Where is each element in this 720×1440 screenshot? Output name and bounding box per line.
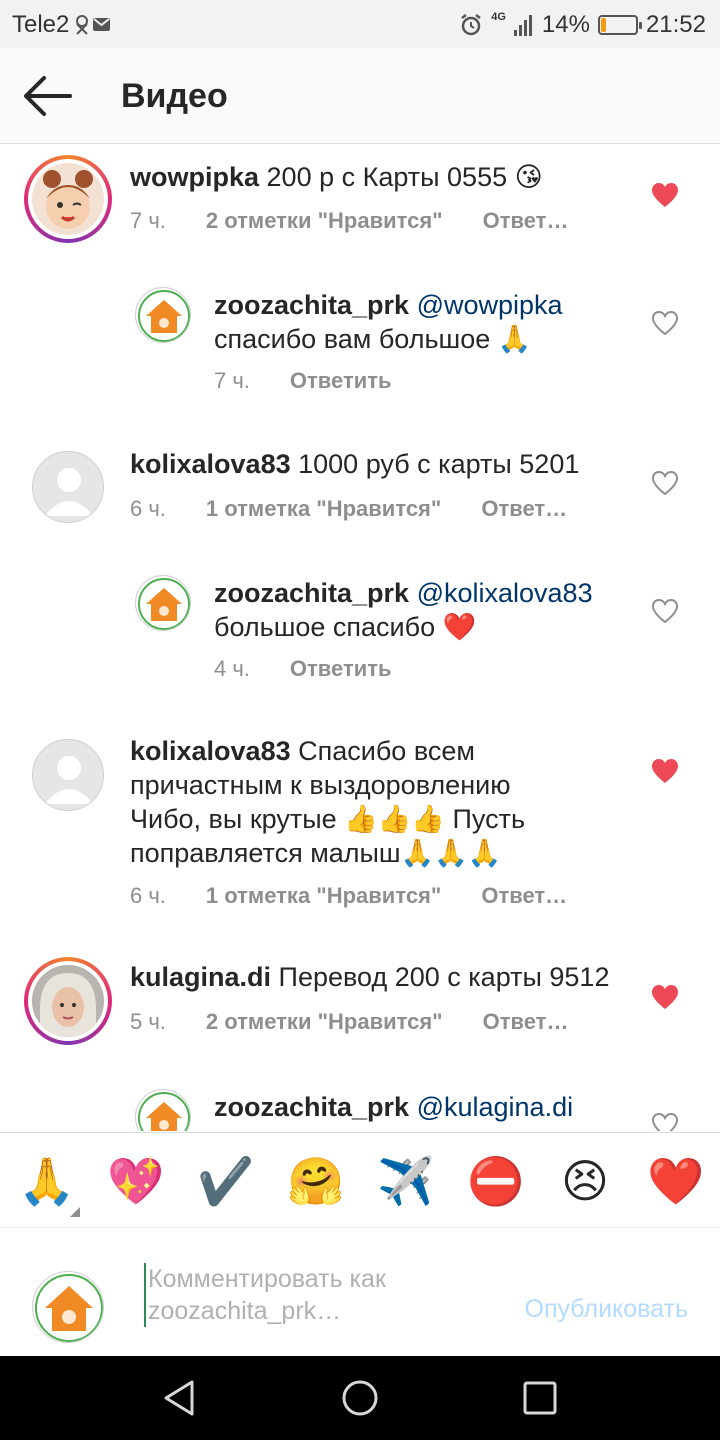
mention-link[interactable]: @wowpipka [417,290,563,320]
story-ring[interactable] [24,155,112,243]
emoji-no-entry-button[interactable]: ⛔ [467,1153,524,1209]
comment-placeholder: zoozachita_prk… [148,1297,342,1325]
comment-likes[interactable]: 1 отметка "Нравится" [206,883,441,909]
reply-text: zoozachita_prk @kolixalova83 большое спа… [214,576,634,644]
heart-outline-icon[interactable] [651,598,679,624]
status-bar: Tele2 4G 14% 21:52 [0,0,720,48]
expand-corner-icon [70,1207,80,1217]
comment-composer: Комментировать как zoozachita_prk… Опубл… [0,1229,720,1356]
comment-body: 200 р с Карты 0555 😘 [266,162,543,192]
comment-time: 6 ч. [130,883,166,908]
notification-icons [76,15,111,35]
recents-nav-icon[interactable] [522,1380,558,1416]
comment-body: Чибо, вы крутые 👍👍👍 Пусть [130,804,526,834]
comment-time: 7 ч. [214,368,250,393]
heart-outline-icon[interactable] [651,470,679,496]
carrier-label: Tele2 [12,11,70,38]
comment-text: kolixalova83 Спасибо всем причастным к в… [130,734,630,870]
comment-input[interactable]: Комментировать как zoozachita_prk… [144,1263,474,1327]
comment-text: wowpipka 200 р с Карты 0555 😘 [130,160,630,194]
emoji-bar: 🙏 💖 ✔️ 🤗 ✈️ ⛔ 😣 ❤️ [0,1132,720,1228]
alarm-icon [461,14,481,36]
page-title: Видео [121,77,228,115]
avatar[interactable] [32,739,104,811]
comment-body: спасибо вам большое 🙏 [214,324,532,354]
signal-icon [513,15,532,36]
comment-likes[interactable]: 1 отметка "Нравится" [206,496,441,522]
comment-time: 6 ч. [130,496,166,521]
back-nav-icon[interactable] [160,1378,200,1418]
clock: 21:52 [645,11,706,38]
emoji-heart-button[interactable]: ❤️ [647,1153,704,1209]
comment-username[interactable]: wowpipka [130,162,259,192]
reply-button[interactable]: Ответ… [483,1009,569,1035]
mention-link[interactable]: @kulagina.di [417,1092,574,1122]
comment-time: 5 ч. [130,1009,166,1034]
battery-icon [597,15,642,35]
comment-body: большое спасибо ❤️ [214,612,477,642]
comment-meta: 6 ч. 1 отметка "Нравится" Ответ… [130,883,607,909]
comment-body: Спасибо всем [298,736,475,766]
comment-meta: 7 ч. Ответить [214,368,432,394]
reply-button[interactable]: Ответ… [481,496,567,522]
comment-time: 7 ч. [130,208,166,233]
battery-percent: 14% [541,11,590,38]
comment-likes[interactable]: 2 отметки "Нравится" [206,1009,443,1035]
comment-username[interactable]: zoozachita_prk [214,578,409,608]
comment-username[interactable]: zoozachita_prk [214,1092,409,1122]
comment-meta: 4 ч. Ответить [214,656,432,682]
comment-username[interactable]: kulagina.di [130,962,271,992]
story-ring[interactable] [24,957,112,1045]
comment-meta: 7 ч. 2 отметки "Нравится" Ответ… [130,208,608,234]
avatar [32,1271,104,1343]
avatar [32,965,104,1037]
reply-text: zoozachita_prk @wowpipka спасибо вам бол… [214,288,614,356]
reply-text: zoozachita_prk @kulagina.di [214,1090,634,1124]
avatar[interactable] [135,1089,191,1131]
comment-username[interactable]: zoozachita_prk [214,290,409,320]
comment-username[interactable]: kolixalova83 [130,449,291,479]
emoji-hug-button[interactable]: 🤗 [287,1153,344,1209]
emoji-check-button[interactable]: ✔️ [197,1153,254,1209]
reply-button[interactable]: Ответ… [481,883,567,909]
emoji-persevere-button[interactable]: 😣 [557,1153,613,1209]
emoji-pray-button[interactable]: 🙏 [18,1153,75,1209]
network-type: 4G [491,11,506,23]
heart-outline-icon[interactable] [651,1112,679,1131]
avatar [32,163,104,235]
heart-outline-icon[interactable] [651,310,679,336]
comment-username[interactable]: kolixalova83 [130,736,291,766]
reply-button[interactable]: Ответить [290,656,392,682]
battery-level [600,18,606,32]
reply-button[interactable]: Ответ… [483,208,569,234]
heart-filled-icon[interactable] [651,758,679,784]
comment-body: причастным к выздоровлению [130,770,511,800]
comment-body: поправляется малыш🙏🙏🙏 [130,838,502,868]
publish-button[interactable]: Опубликовать [525,1295,688,1324]
home-nav-icon[interactable] [340,1378,380,1418]
comment-body: Перевод 200 с карты 9512 [278,962,610,992]
avatar[interactable] [32,451,104,523]
avatar[interactable] [135,287,191,343]
emoji-airplane-button[interactable]: ✈️ [377,1153,434,1209]
comment-placeholder: Комментировать как [148,1265,386,1293]
heart-filled-icon[interactable] [651,984,679,1010]
comments-list[interactable]: wowpipka 200 р с Карты 0555 😘 7 ч. 2 отм… [0,145,720,1131]
heart-filled-icon[interactable] [651,182,679,208]
comment-meta: 6 ч. 1 отметка "Нравится" Ответ… [130,496,607,522]
mention-link[interactable]: @kolixalova83 [417,578,593,608]
comment-body: 1000 руб с карты 5201 [298,449,580,479]
comment-meta: 5 ч. 2 отметки "Нравится" Ответ… [130,1009,608,1035]
comment-likes[interactable]: 2 отметки "Нравится" [206,208,443,234]
arrow-left-icon[interactable] [18,72,78,120]
comment-text: kulagina.di Перевод 200 с карты 9512 [130,960,650,994]
comment-text: kolixalova83 1000 руб с карты 5201 [130,447,630,481]
app-header: Видео [0,48,720,144]
comment-time: 4 ч. [214,656,250,681]
reply-button[interactable]: Ответить [290,368,392,394]
system-nav-bar [0,1356,720,1440]
emoji-sparkling-heart-button[interactable]: 💖 [107,1153,164,1209]
avatar[interactable] [135,575,191,631]
